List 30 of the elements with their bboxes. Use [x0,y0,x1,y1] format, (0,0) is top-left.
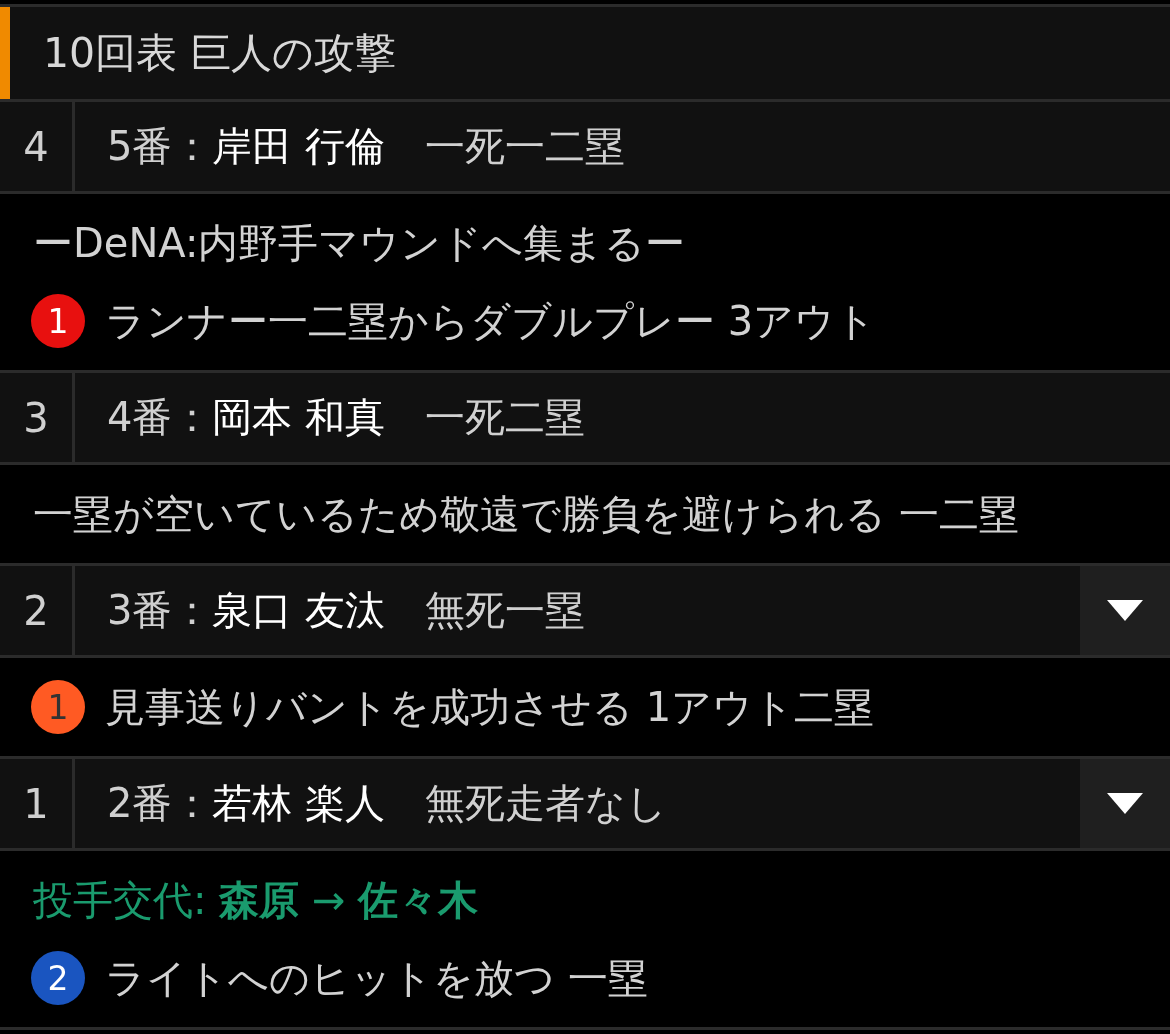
batter-number: 1 [23,780,49,827]
count-badge: 2 [31,951,85,1005]
play-text: ライトへのヒットを放つ 一塁 [105,953,648,1003]
batter-name: 若林 楽人 [212,779,386,828]
base-situation: 無死走者なし [425,779,668,828]
caret-icon [1107,793,1143,814]
batter-number: 3 [23,394,49,441]
batting-order: 4番： [107,393,213,442]
play-note: 一塁が空いているため敬遠で勝負を避けられる 一二塁 [33,489,1019,539]
inning-title: 10回表 巨人の攻撃 [43,27,397,79]
base-situation: 無死一塁 [425,586,586,635]
batter-number: 2 [23,587,49,634]
expand-button[interactable] [1080,566,1170,655]
batter-number: 4 [23,123,49,170]
expand-button[interactable] [1080,759,1170,848]
base-situation: 一死一二塁 [425,122,626,171]
pitcher-change-text: 投手交代: 森原 → 佐々木 [33,875,479,925]
count-badge: 1 [31,294,85,348]
batter-name: 岡本 和真 [212,393,386,442]
caret-icon [1107,600,1143,621]
count-badge: 1 [31,680,85,734]
batting-order: 5番： [107,122,213,171]
batting-order: 3番： [107,586,213,635]
batting-order: 2番： [107,779,213,828]
base-situation: 一死二塁 [425,393,586,442]
batter-name: 泉口 友汰 [212,586,386,635]
play-text: ランナー一二塁からダブルプレー 3アウト [105,296,877,346]
play-text: 見事送りバントを成功させる 1アウト二塁 [105,682,875,732]
play-note: ーDeNA:内野手マウンドへ集まるー [33,218,686,268]
batter-name: 岸田 行倫 [212,122,386,171]
